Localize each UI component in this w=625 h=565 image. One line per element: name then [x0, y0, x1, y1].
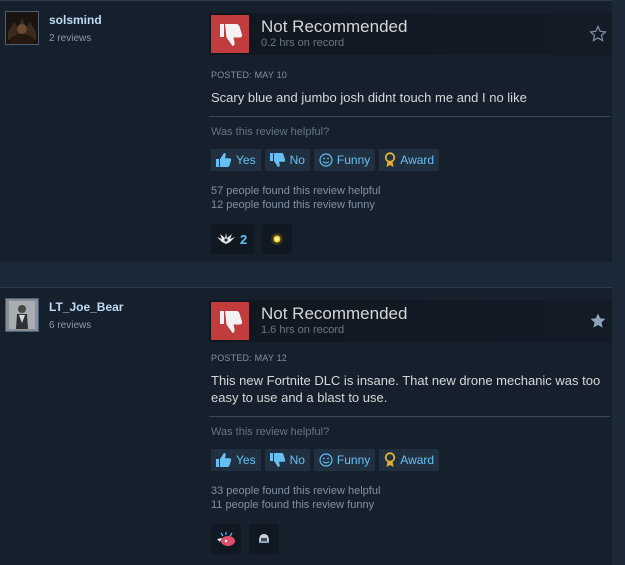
awards-row: 2: [211, 224, 293, 254]
bird-award-icon: [217, 233, 235, 244]
review-text: This new Fortnite DLC is insane. That ne…: [211, 373, 601, 405]
helmet-award-icon: [259, 534, 269, 543]
funny-button-label: Funny: [336, 153, 371, 167]
thumbs-up-icon: [216, 453, 232, 467]
award-badge[interactable]: [211, 524, 241, 554]
no-button[interactable]: No: [264, 449, 310, 471]
award-button-label: Award: [400, 453, 435, 467]
thumbs-down-icon: [269, 453, 285, 467]
review-verdict: Not Recommended: [261, 17, 408, 36]
review-card: LT_Joe_Bear 6 reviews Not Recommended 1.…: [0, 287, 612, 565]
review-separator: [0, 262, 625, 287]
review-card: solsmind 2 reviews Not Recommended 0.2 h…: [0, 0, 612, 263]
helpful-question: Was this review helpful?: [211, 426, 330, 438]
awards-row: [211, 524, 279, 554]
no-button[interactable]: No: [264, 149, 310, 171]
thumbs-down-icon: [269, 153, 285, 167]
reviewer-info: LT_Joe_Bear 6 reviews: [0, 288, 200, 565]
posted-date: POSTED: MAY 12: [211, 353, 287, 363]
helpful-count: 57 people found this review helpful: [211, 185, 381, 197]
award-badge[interactable]: [249, 524, 279, 554]
vote-buttons: Yes No Funny Award: [211, 449, 440, 471]
helpful-count: 33 people found this review helpful: [211, 485, 381, 497]
glow-orb-award-icon: [271, 233, 284, 245]
no-button-label: No: [289, 453, 305, 467]
vote-header[interactable]: Not Recommended 1.6 hrs on record: [209, 300, 612, 342]
no-button-label: No: [289, 153, 305, 167]
award-badge[interactable]: [262, 224, 293, 254]
award-ribbon-icon: [385, 452, 396, 467]
thumbs-up-icon: [216, 153, 232, 167]
reviewer-review-count[interactable]: 2 reviews: [49, 33, 91, 44]
yes-button-label: Yes: [236, 453, 256, 467]
award-badge[interactable]: 2: [211, 224, 255, 254]
vote-header[interactable]: Not Recommended 0.2 hrs on record: [209, 13, 612, 55]
hours-on-record: 0.2 hrs on record: [261, 37, 345, 49]
review-verdict: Not Recommended: [261, 304, 408, 323]
avatar[interactable]: [5, 298, 39, 332]
posted-date: POSTED: MAY 10: [211, 70, 287, 80]
reviews-page: solsmind 2 reviews Not Recommended 0.2 h…: [0, 0, 625, 565]
funny-button[interactable]: Funny: [313, 449, 376, 471]
divider: [209, 116, 610, 117]
funny-button-label: Funny: [336, 453, 371, 467]
star-filled-icon[interactable]: [589, 312, 607, 330]
reviewer-info: solsmind 2 reviews: [0, 1, 200, 263]
award-ribbon-icon: [385, 152, 396, 167]
mind-blown-award-icon: [217, 532, 235, 546]
thumbs-down-icon: [211, 15, 249, 53]
hours-on-record: 1.6 hrs on record: [261, 324, 345, 336]
yes-button-label: Yes: [236, 153, 256, 167]
funny-button[interactable]: Funny: [313, 149, 376, 171]
award-button[interactable]: Award: [379, 449, 440, 471]
thumbs-down-icon: [211, 302, 249, 340]
vote-buttons: Yes No Funny Award: [211, 149, 440, 171]
avatar[interactable]: [5, 11, 39, 45]
smiley-icon: [319, 153, 333, 167]
award-count: 2: [240, 231, 248, 247]
award-button[interactable]: Award: [379, 149, 440, 171]
reviewer-review-count[interactable]: 6 reviews: [49, 320, 91, 331]
funny-count: 11 people found this review funny: [211, 499, 375, 511]
smiley-icon: [319, 453, 333, 467]
funny-count: 12 people found this review funny: [211, 199, 375, 211]
award-button-label: Award: [400, 153, 435, 167]
yes-button[interactable]: Yes: [211, 149, 261, 171]
reviewer-username[interactable]: LT_Joe_Bear: [49, 300, 123, 314]
helpful-question: Was this review helpful?: [211, 126, 330, 138]
star-outline-icon[interactable]: [589, 25, 607, 43]
yes-button[interactable]: Yes: [211, 449, 261, 471]
vote-stats: 33 people found this review helpful 11 p…: [211, 484, 380, 512]
reviewer-username[interactable]: solsmind: [49, 13, 102, 27]
divider: [209, 416, 610, 417]
vote-stats: 57 people found this review helpful 12 p…: [211, 184, 380, 212]
review-text: Scary blue and jumbo josh didnt touch me…: [211, 90, 527, 105]
